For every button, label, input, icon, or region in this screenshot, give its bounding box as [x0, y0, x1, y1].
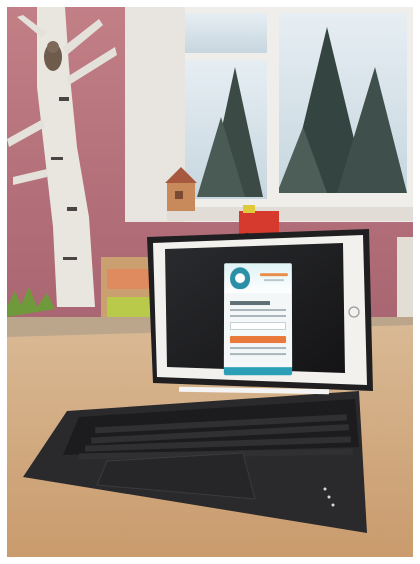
- text-line: [230, 315, 286, 318]
- welcome-heading: [230, 301, 270, 306]
- scene-illustration: [7, 7, 413, 557]
- text-line: [229, 353, 287, 356]
- login-button[interactable]: [229, 336, 287, 344]
- penguin-logo-icon: [230, 267, 251, 290]
- text-line: [229, 347, 287, 350]
- login-field[interactable]: [229, 321, 287, 331]
- photo-frame: [0, 0, 420, 564]
- app-footer-bar: [223, 367, 293, 376]
- app-tag-bar: [259, 273, 288, 277]
- text-line: [230, 309, 286, 312]
- app-header: [224, 263, 292, 294]
- chair: [397, 237, 413, 327]
- app-tag-line: [263, 279, 284, 282]
- classroom-photo: [7, 7, 413, 557]
- app-welcome-screen: [223, 263, 293, 376]
